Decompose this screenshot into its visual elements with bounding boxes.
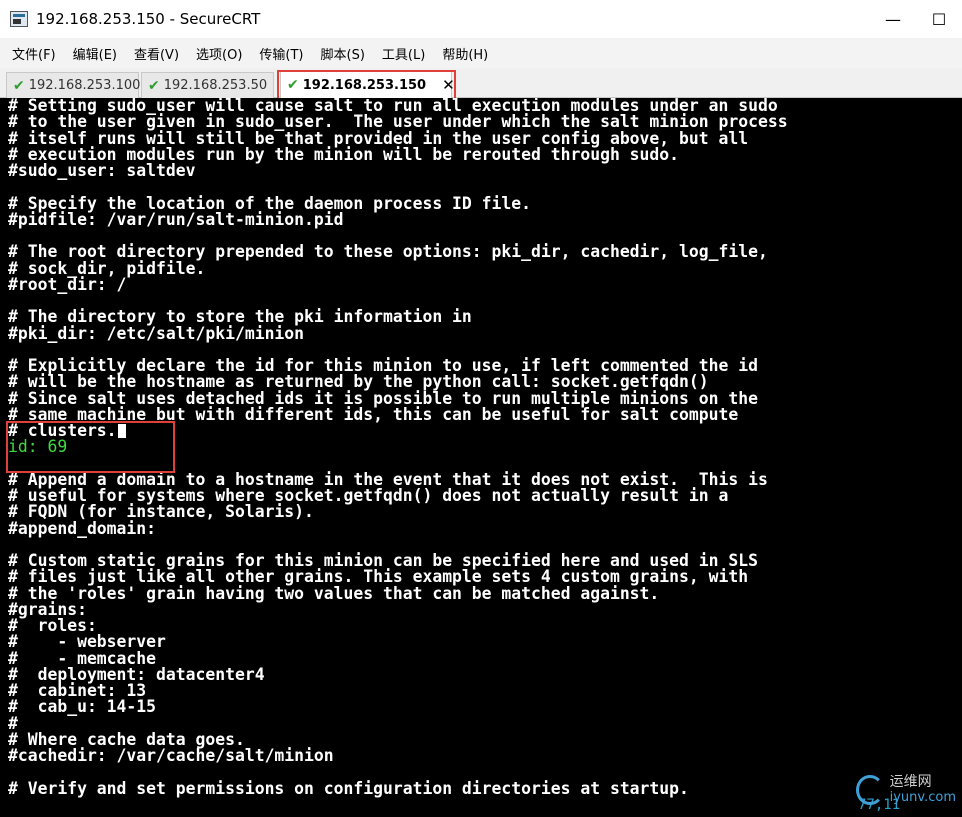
minimize-icon: —	[885, 9, 901, 29]
menu-file[interactable]: 文件(F)	[12, 44, 56, 63]
site-watermark: 运维网 iyunv.com	[856, 768, 956, 812]
terminal-line: #pki_dir: /etc/salt/pki/minion	[8, 323, 305, 343]
menu-edit[interactable]: 编辑(E)	[73, 44, 117, 63]
tab-session-192-168-253-100[interactable]: ✔ 192.168.253.100	[6, 72, 141, 98]
tab-label: 192.168.253.50	[163, 78, 268, 93]
check-icon: ✔	[13, 77, 25, 94]
window-title: 192.168.253.150 - SecureCRT	[36, 10, 261, 28]
menu-options[interactable]: 选项(O)	[196, 44, 242, 63]
terminal-line: #append_domain:	[8, 518, 157, 538]
tab-label: 192.168.253.100	[28, 78, 141, 93]
check-icon: ✔	[148, 77, 160, 94]
tab-label: 192.168.253.150	[302, 77, 427, 93]
text-cursor	[117, 424, 126, 438]
terminal-line: # cab_u: 14-15	[8, 697, 157, 717]
minimize-button[interactable]: —	[870, 0, 916, 38]
terminal-line: # clusters.	[8, 422, 788, 439]
watermark-url: iyunv.com	[889, 790, 956, 805]
menu-bar: 文件(F) 编辑(E) 查看(V) 选项(O) 传输(T) 脚本(S) 工具(L…	[0, 38, 962, 68]
title-bar: 192.168.253.150 - SecureCRT — ☐	[0, 0, 962, 38]
terminal-line: #pidfile: /var/run/salt-minion.pid	[8, 209, 344, 229]
terminal-line: #root_dir: /	[8, 274, 127, 294]
watermark-name: 运维网	[889, 774, 932, 790]
terminal-pane[interactable]: # Setting sudo_user will cause salt to r…	[0, 98, 962, 817]
watermark-logo-icon	[856, 775, 884, 805]
menu-help[interactable]: 帮助(H)	[442, 44, 488, 63]
maximize-button[interactable]: ☐	[916, 0, 962, 38]
menu-tools[interactable]: 工具(L)	[382, 44, 425, 63]
session-tab-bar: ✔ 192.168.253.100 ✔ 192.168.253.50 ✔ 192…	[0, 68, 962, 99]
maximize-icon: ☐	[931, 9, 947, 29]
terminal-line: # the 'roles' grain having two values th…	[8, 583, 660, 603]
check-icon: ✔	[287, 77, 299, 93]
terminal-line: #sudo_user: saltdev	[8, 161, 196, 180]
close-tab-icon[interactable]: ✕	[442, 76, 455, 94]
menu-transfer[interactable]: 传输(T)	[259, 44, 303, 63]
tab-session-192-168-253-50[interactable]: ✔ 192.168.253.50	[141, 72, 274, 98]
terminal-line: # same machine but with different ids, t…	[8, 404, 739, 424]
menu-view[interactable]: 查看(V)	[134, 44, 179, 63]
terminal-output: # Setting sudo_user will cause salt to r…	[8, 98, 788, 797]
menu-script[interactable]: 脚本(S)	[321, 44, 365, 63]
terminal-line: #cachedir: /var/cache/salt/minion	[8, 746, 334, 765]
terminal-line: # Verify and set permissions on configur…	[8, 778, 689, 798]
terminal-line: id: 69	[8, 437, 68, 457]
tab-session-192-168-253-150[interactable]: ✔ 192.168.253.150 ✕	[280, 70, 455, 99]
securecrt-app-icon[interactable]	[10, 11, 28, 27]
terminal-line: #grains:	[8, 599, 87, 619]
